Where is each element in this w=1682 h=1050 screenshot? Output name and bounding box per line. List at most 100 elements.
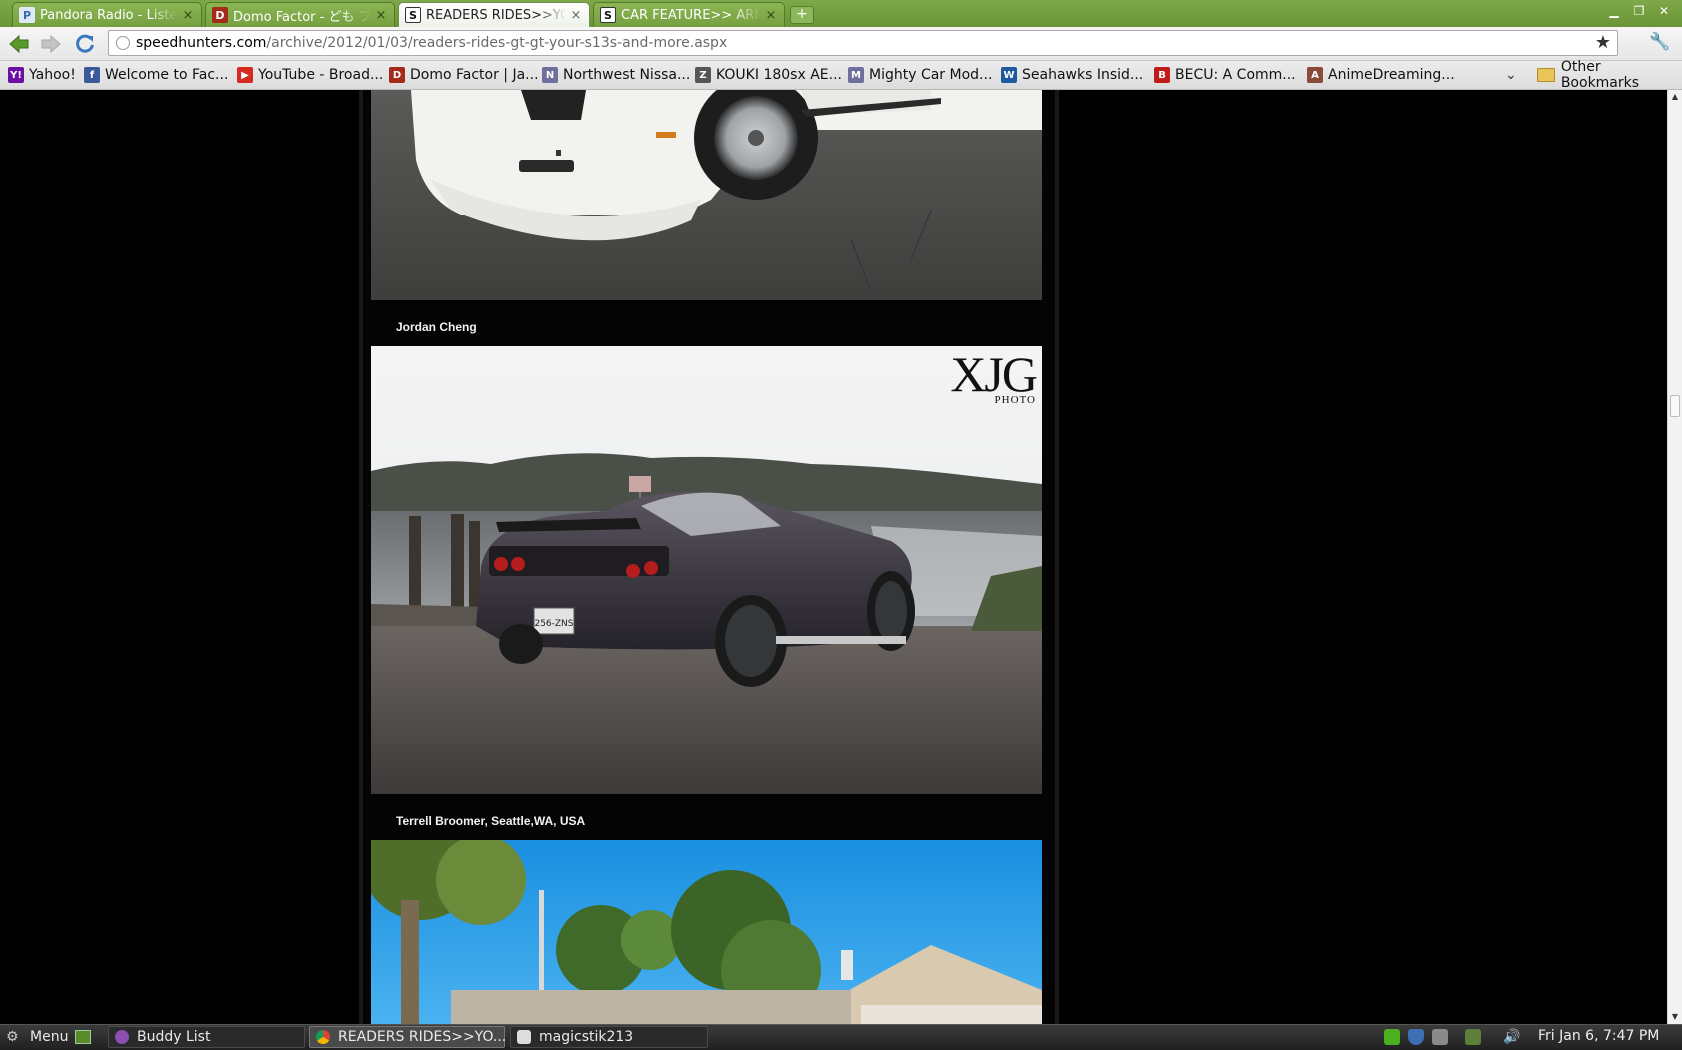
minimize-icon[interactable]: ▁: [1603, 3, 1625, 19]
facebook-icon: f: [84, 67, 100, 83]
speedhunters-favicon-icon: S: [405, 7, 421, 23]
bookmark-seahawks[interactable]: W Seahawks Insid...: [1001, 65, 1143, 85]
bookmark-label: Welcome to Fac...: [105, 67, 229, 83]
vertical-scrollbar[interactable]: ▲ ▼: [1667, 90, 1682, 1024]
browser-toolbar: speedhunters.com/archive/2012/01/03/read…: [0, 27, 1682, 61]
tab-strip: P Pandora Radio - Listen to × D Domo Fac…: [0, 0, 1682, 27]
taskbar-window-magicstik213[interactable]: magicstik213: [510, 1026, 708, 1048]
close-tab-icon[interactable]: ×: [181, 8, 195, 23]
tab-title: Domo Factor - ども ファクター: [233, 9, 371, 25]
forward-arrow-icon: [41, 34, 61, 54]
domo-factor-favicon-icon: D: [212, 7, 228, 23]
tab-domo-factor[interactable]: D Domo Factor - ども ファクター ×: [205, 2, 395, 27]
bookmark-northwest-nissan[interactable]: N Northwest Nissa...: [542, 65, 690, 85]
start-menu-button[interactable]: ⚙ Menu: [6, 1026, 68, 1048]
clock[interactable]: Fri Jan 6, 7:47 PM: [1538, 1028, 1659, 1044]
bookmark-animedreaming[interactable]: A AnimeDreaming...: [1307, 65, 1455, 85]
bookmark-label: Seahawks Insid...: [1022, 67, 1144, 83]
bookmark-label: AnimeDreaming...: [1328, 67, 1455, 83]
black-car-image: 256-ZNS: [371, 346, 1042, 794]
volume-icon[interactable]: 🔊: [1503, 1029, 1520, 1045]
display-icon[interactable]: [1465, 1029, 1481, 1045]
desktop-icon: [75, 1030, 91, 1044]
network-icon[interactable]: [1432, 1029, 1448, 1045]
wrench-menu-icon[interactable]: 🔧: [1648, 32, 1672, 56]
becu-icon: B: [1154, 67, 1170, 83]
animedreaming-icon: A: [1307, 67, 1323, 83]
tab-title: CAR FEATURE>> ARMS: [621, 7, 761, 23]
forward-button[interactable]: [38, 31, 64, 57]
scroll-up-arrow-icon[interactable]: ▲: [1668, 90, 1682, 104]
taskbar-window-label: magicstik213: [539, 1029, 634, 1045]
taskbar-window-label: READERS RIDES>>YO...: [338, 1029, 507, 1045]
page-viewport: Jordan Cheng 256-ZNS XJG PHOTO Terrell B…: [0, 90, 1667, 1024]
bookmarks-bar: Y! Yahoo! f Welcome to Fac... ▶ YouTube - B…: [0, 59, 1682, 91]
restore-icon[interactable]: ❐: [1628, 3, 1650, 19]
bookmarks-overflow-chevron-icon[interactable]: ⌄: [1505, 67, 1517, 83]
bookmark-domo-factor[interactable]: D Domo Factor | Ja...: [389, 65, 539, 85]
taskbar-window-buddy-list[interactable]: Buddy List: [108, 1026, 305, 1048]
close-tab-icon[interactable]: ×: [569, 8, 583, 23]
bookmark-youtube[interactable]: ▶ YouTube - Broad...: [237, 65, 383, 85]
shield-icon[interactable]: [1408, 1029, 1424, 1045]
scroll-thumb[interactable]: [1670, 395, 1680, 417]
tab-title: READERS RIDES>>YOUR: [426, 7, 566, 23]
bookmark-yahoo[interactable]: Y! Yahoo!: [8, 65, 76, 85]
url-domain: speedhunters.com: [136, 35, 267, 51]
northwest-nissan-icon: N: [542, 67, 558, 83]
update-manager-icon[interactable]: [1384, 1029, 1400, 1045]
domo-factor-icon: D: [389, 67, 405, 83]
license-plate-text: 256-ZNS: [534, 619, 573, 629]
bookmark-facebook[interactable]: f Welcome to Fac...: [84, 65, 228, 85]
kouki-icon: Z: [695, 67, 711, 83]
back-arrow-icon: [9, 34, 29, 54]
new-tab-button[interactable]: +: [790, 6, 814, 24]
xjg-photo-watermark: XJG PHOTO: [950, 349, 1038, 406]
mighty-car-mods-icon: M: [848, 67, 864, 83]
tab-title: Pandora Radio - Listen to: [40, 7, 178, 23]
bookmark-mighty-car-mods[interactable]: M Mighty Car Mod...: [848, 65, 992, 85]
terminal-icon: [517, 1030, 531, 1044]
close-tab-icon[interactable]: ×: [374, 8, 388, 23]
bookmark-kouki[interactable]: Z KOUKI 180sx AE...: [695, 65, 842, 85]
reload-button[interactable]: [72, 31, 98, 57]
desktop-taskbar: ⚙ Menu Buddy List READERS RIDES>>YO... m…: [0, 1024, 1682, 1050]
back-button[interactable]: [6, 31, 32, 57]
page-info-icon[interactable]: [116, 36, 130, 50]
url-path: /archive/2012/01/03/readers-rides-gt-gt-…: [266, 35, 728, 51]
yahoo-icon: Y!: [8, 67, 24, 83]
seahawks-icon: W: [1001, 67, 1017, 83]
car-photo-sunny-street: [371, 840, 1042, 1024]
other-bookmarks-button[interactable]: Other Bookmarks: [1537, 59, 1682, 91]
taskbar-window-chrome[interactable]: READERS RIDES>>YO...: [309, 1026, 507, 1048]
bookmark-label: Yahoo!: [29, 67, 76, 83]
bookmark-label: Northwest Nissa...: [563, 67, 691, 83]
pandora-favicon-icon: P: [19, 7, 35, 23]
tab-readers-rides[interactable]: S READERS RIDES>>YOUR ×: [398, 2, 590, 27]
car-photo-black-s13: 256-ZNS XJG PHOTO: [371, 346, 1042, 794]
photo-caption: Terrell Broomer, Seattle,WA, USA: [396, 814, 586, 828]
close-window-icon[interactable]: ✕: [1653, 3, 1675, 19]
street-scene-image: [371, 840, 1042, 1024]
bookmark-label: Mighty Car Mod...: [869, 67, 993, 83]
folder-icon: [1537, 68, 1555, 82]
car-photo-white-s13: [371, 90, 1042, 300]
bookmark-label: BECU: A Comm...: [1175, 67, 1296, 83]
bookmark-star-icon[interactable]: ★: [1595, 34, 1611, 52]
other-bookmarks-label: Other Bookmarks: [1560, 59, 1640, 91]
bookmark-label: YouTube - Broad...: [258, 67, 384, 83]
white-car-image: [371, 90, 1042, 300]
photo-caption: Jordan Cheng: [396, 320, 477, 334]
bookmark-becu[interactable]: B BECU: A Comm...: [1154, 65, 1296, 85]
youtube-icon: ▶: [237, 67, 253, 83]
address-bar[interactable]: speedhunters.com/archive/2012/01/03/read…: [108, 30, 1618, 56]
tab-pandora[interactable]: P Pandora Radio - Listen to ×: [12, 2, 202, 27]
menu-label: Menu: [30, 1029, 69, 1045]
reload-icon: [76, 34, 94, 53]
close-tab-icon[interactable]: ×: [764, 8, 778, 23]
scroll-down-arrow-icon[interactable]: ▼: [1668, 1010, 1682, 1024]
tab-car-feature[interactable]: S CAR FEATURE>> ARMS ×: [593, 2, 785, 27]
taskbar-window-label: Buddy List: [137, 1029, 211, 1045]
speedhunters-favicon-icon: S: [600, 7, 616, 23]
show-desktop-button[interactable]: [75, 1026, 91, 1048]
